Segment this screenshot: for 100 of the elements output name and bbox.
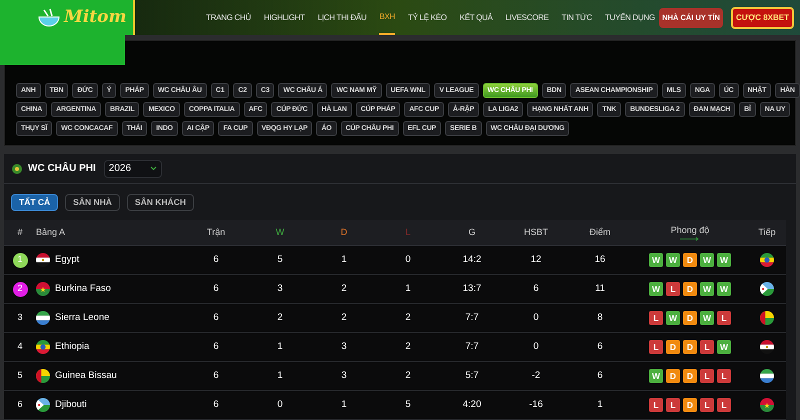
table-cell-text: 14:2 — [462, 252, 482, 267]
team-name[interactable]: Djibouti — [55, 398, 87, 412]
league-title: WC CHÂU PHI — [28, 161, 96, 176]
column-header: Bảng A — [36, 226, 66, 239]
filter-tab[interactable]: SÂN KHÁCH — [126, 194, 194, 211]
form-badge: W — [700, 282, 714, 296]
table-cell-text: 12 — [530, 252, 542, 267]
arrow-right-icon — [680, 237, 700, 242]
form-badge: L — [717, 398, 731, 412]
table-cell-text: 5 — [277, 252, 283, 267]
column-header: G — [468, 226, 476, 239]
table-cell-text: 3 — [341, 368, 347, 383]
form-badge: W — [666, 253, 680, 267]
table-cell-text: 2 — [277, 310, 283, 325]
nav-link[interactable]: BXH — [379, 0, 395, 35]
table-cell-text: -16 — [529, 398, 543, 412]
table-cell-text: 16 — [594, 252, 606, 267]
flag-icon — [36, 311, 50, 325]
flag-icon — [36, 282, 50, 296]
table-cell-text: 1 — [277, 368, 283, 383]
table-cell-text: 0 — [405, 252, 411, 267]
table-cell-text: 6 — [213, 252, 219, 267]
rank: 5 — [16, 369, 24, 382]
chevron-down-icon — [150, 166, 157, 171]
form-badge: L — [666, 282, 680, 296]
column-header: Trận — [206, 226, 226, 239]
bowl-icon — [38, 8, 60, 28]
table-cell-text: 6 — [213, 310, 219, 325]
form-badge: L — [717, 311, 731, 325]
flag-icon — [760, 311, 774, 325]
table-cell-text: 2 — [405, 310, 411, 325]
filter-tab[interactable]: TẤT CẢ — [11, 194, 58, 211]
flag-icon — [760, 282, 774, 296]
form-badge: W — [649, 369, 663, 383]
form-badge: D — [683, 398, 697, 412]
table-cell-text: 6 — [597, 368, 603, 383]
table-cell-text: 3 — [341, 340, 347, 354]
flag-icon — [36, 340, 50, 354]
team-name[interactable]: Burkina Faso — [55, 282, 111, 296]
table-cell-text: 2 — [405, 340, 411, 354]
team-name[interactable]: Sierra Leone — [55, 310, 110, 326]
form-badge: L — [700, 398, 714, 412]
column-header: HSBT — [524, 226, 548, 239]
form-badge: D — [683, 253, 697, 267]
form-badge: W — [700, 253, 714, 267]
form-badge: L — [649, 311, 663, 325]
table-cell-text: 1 — [405, 282, 411, 296]
form-badge: D — [683, 369, 697, 383]
form-badge: W — [649, 253, 663, 267]
rank: 4 — [16, 340, 24, 354]
flag-icon — [36, 253, 50, 267]
form-badge: W — [700, 311, 714, 325]
column-header: Phong độ — [670, 224, 710, 237]
form-badge: W — [717, 253, 731, 267]
table-cell-text: 2 — [341, 310, 347, 325]
nav-link[interactable]: KẾT QUẢ — [460, 0, 493, 35]
nav-link[interactable]: LIVESCORE — [506, 0, 549, 35]
season-dropdown[interactable]: 2026 — [104, 160, 162, 178]
table-cell-text: 6 — [213, 398, 219, 412]
table-cell-text: 0 — [533, 340, 539, 354]
form-badge: W — [666, 311, 680, 325]
filter-tab[interactable]: SÂN NHÀ — [65, 194, 120, 211]
flag-icon — [760, 340, 774, 354]
column-header: # — [17, 226, 22, 239]
rank: 1 — [12, 252, 28, 268]
flag-icon — [760, 369, 774, 383]
nav-link[interactable]: TRANG CHỦ — [206, 0, 251, 35]
rank: 3 — [16, 311, 24, 324]
nav-link[interactable]: TUYỂN DỤNG — [605, 0, 655, 35]
rank: 2 — [12, 282, 28, 296]
team-name[interactable]: Guinea Bissau — [55, 368, 117, 384]
nav-link[interactable]: TỶ LỆ KÈO — [408, 0, 447, 35]
nav-link[interactable]: TIN TỨC — [562, 0, 592, 35]
form-badge: L — [700, 369, 714, 383]
form-badge: L — [649, 398, 663, 412]
table-cell-text: 6 — [213, 368, 219, 383]
team-name[interactable]: Egypt — [55, 252, 80, 268]
ball-icon — [12, 164, 22, 174]
table-cell-text: 1 — [341, 398, 347, 412]
table-cell-text: 6 — [597, 340, 603, 354]
table-cell-text: 6 — [213, 340, 219, 354]
column-header: W — [276, 226, 284, 239]
form-badge: L — [649, 340, 663, 354]
table-cell-text: 1 — [277, 340, 283, 354]
table-cell-text: -2 — [532, 368, 540, 383]
nav-link[interactable]: LỊCH THI ĐẤU — [318, 0, 366, 35]
column-header: Tiếp — [758, 226, 776, 239]
table-cell-text: 7:7 — [465, 310, 479, 325]
table-cell-text: 2 — [341, 282, 347, 296]
nav-link[interactable]: HIGHLIGHT — [264, 0, 305, 35]
form-badge: W — [717, 282, 731, 296]
team-name[interactable]: Ethiopia — [55, 340, 90, 354]
table-cell-text: 2 — [405, 368, 411, 383]
table-cell-text: 8 — [597, 310, 603, 325]
rank: 6 — [16, 398, 24, 412]
flag-icon — [36, 398, 50, 412]
form-badge: L — [717, 369, 731, 383]
bet-button[interactable]: CƯỢC 8XBET — [730, 6, 794, 28]
table-cell-text: 1 — [597, 398, 603, 412]
table-cell-text: 1 — [341, 252, 347, 267]
